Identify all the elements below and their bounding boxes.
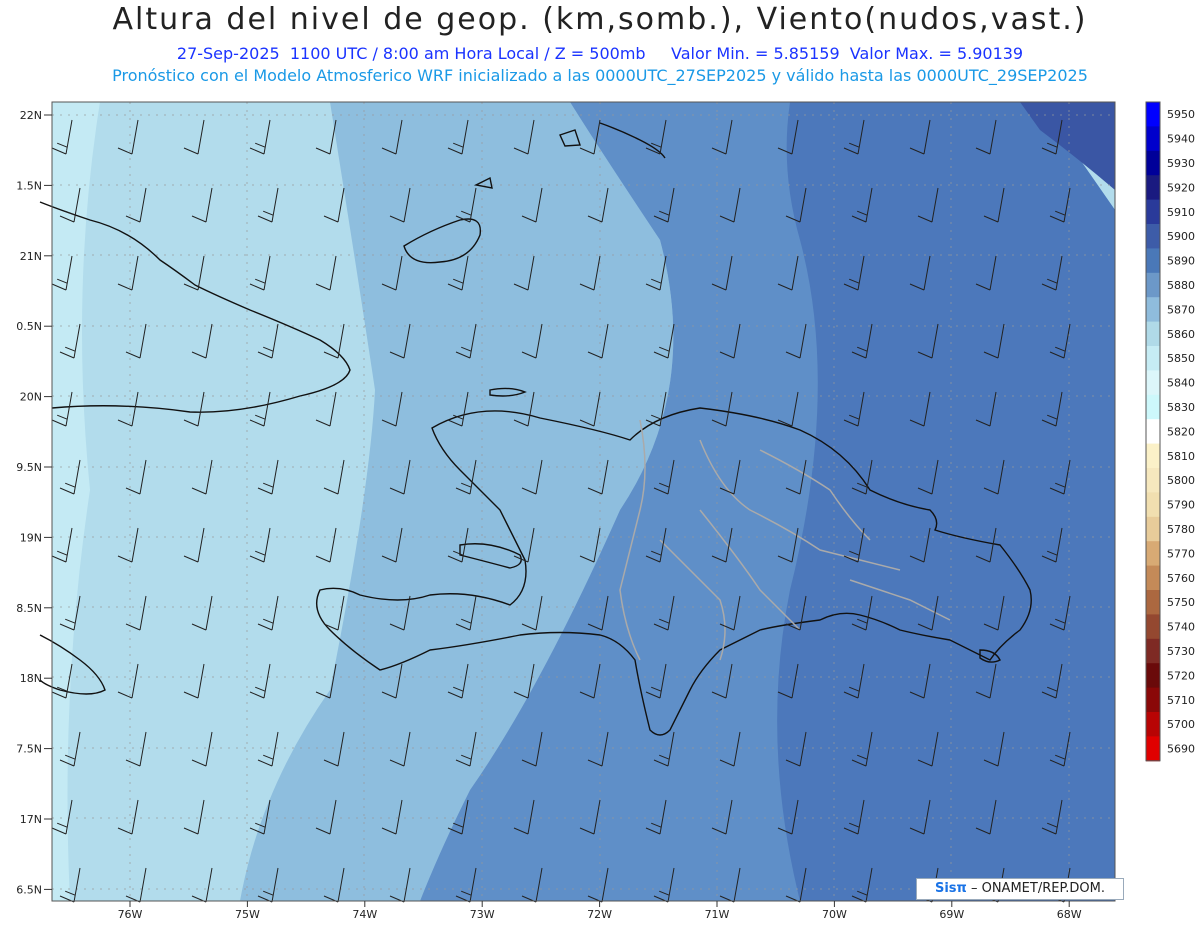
lon-label: 72W [587,908,612,921]
lon-label: 71W [705,908,730,921]
lat-label: 0.5N [16,320,42,333]
lat-label: 18N [20,672,42,685]
colorbar-label: 5760 [1167,572,1195,585]
colorbar-swatch [1146,443,1160,469]
colorbar-label: 5870 [1167,303,1195,316]
min-value: Valor Min. = 5.85159 [671,44,840,63]
colorbar-label: 5930 [1167,157,1195,170]
colorbar-swatch [1146,102,1160,127]
colorbar-swatch [1146,663,1160,689]
lat-label: 19N [20,531,42,544]
colorbar-label: 5860 [1167,328,1195,341]
colorbar-label: 5730 [1167,645,1195,658]
latitude-labels: 22N 1.5N 21N 0.5N 20N 9.5N 19N 8.5N 18N 7.5N 17N 6.… [16,109,52,896]
colorbar-label: 5740 [1167,621,1195,634]
colorbar-swatch [1146,590,1160,615]
map-title: Altura del nivel de geop. (km,somb.), Vi… [112,2,1088,37]
lat-label: 21N [20,250,42,263]
colorbar-label: 5950 [1167,108,1195,121]
lon-label: 75W [235,908,260,921]
sispi-logo: Sisπ [934,881,967,896]
colorbar-swatch [1146,175,1160,201]
colorbar-swatch [1146,468,1160,493]
colorbar-swatch [1146,712,1160,737]
colorbar-label: 5750 [1167,596,1195,609]
colorbar-swatch [1146,272,1160,298]
colorbar-swatch [1146,687,1160,713]
lat-label: 6.5N [16,883,42,896]
colorbar-label: 5840 [1167,377,1195,390]
colorbar-label: 5770 [1167,547,1195,560]
lon-label: 74W [352,908,377,921]
colorbar-label: 5700 [1167,718,1195,731]
lon-label: 76W [118,908,143,921]
lon-label: 70W [822,908,847,921]
colorbar-swatch [1146,248,1160,274]
colorbar-swatch [1146,150,1160,176]
credit-box: Sisπ – ONAMET/REP.DOM. [916,878,1124,900]
colorbar-swatch [1146,321,1160,347]
colorbar-label: 5900 [1167,230,1195,243]
colorbar-label: 5880 [1167,279,1195,292]
forecast-time-line: 27-Sep-2025 1100 UTC / 8:00 am Hora Loca… [0,44,1200,63]
colorbar-swatch [1146,614,1160,640]
colorbar-swatch [1146,516,1160,542]
colorbar-swatch [1146,224,1160,249]
lon-label: 69W [939,908,964,921]
colorbar-label: 5890 [1167,255,1195,268]
colorbar-label: 5800 [1167,474,1195,487]
geopotential-shading [52,102,1115,901]
lon-label: 68W [1057,908,1082,921]
forecast-time: 1100 UTC / 8:00 am Hora Local / Z = 500m… [289,44,646,63]
colorbar-label: 5810 [1167,450,1195,463]
colorbar-label: 5790 [1167,499,1195,512]
colorbar-label: 5830 [1167,401,1195,414]
colorbar-label: 5720 [1167,669,1195,682]
colorbar-swatch [1146,638,1160,664]
colorbar: 5950 5940 5930 5920 5910 5900 5890 5880 5870 5860… [1145,101,1195,762]
colorbar-swatch [1146,199,1160,225]
colorbar-swatch [1146,492,1160,518]
colorbar-label: 5780 [1167,523,1195,536]
colorbar-label: 5710 [1167,694,1195,707]
lon-label: 73W [470,908,495,921]
colorbar-swatch [1146,541,1160,567]
colorbar-label: 5820 [1167,425,1195,438]
colorbar-swatch [1146,419,1160,445]
colorbar-swatch [1146,394,1160,420]
colorbar-label: 5940 [1167,133,1195,146]
lat-label: 20N [20,391,42,404]
max-value: Valor Max. = 5.90139 [849,44,1024,63]
longitude-labels: 76W 75W 74W 73W 72W 71W 70W 69W 68W [118,901,1082,921]
lat-label: 9.5N [16,461,42,474]
colorbar-swatch [1146,370,1160,396]
colorbar-swatch [1146,297,1160,323]
lat-label: 1.5N [16,179,42,192]
credit-text: – ONAMET/REP.DOM. [970,881,1105,896]
colorbar-swatch [1146,736,1160,762]
geopotential-map: 22N 1.5N 21N 0.5N 20N 9.5N 19N 8.5N 18N 7.5N 17N 6.… [16,101,1195,921]
lat-label: 17N [20,813,42,826]
colorbar-swatch [1146,346,1160,371]
colorbar-label: 5910 [1167,206,1195,219]
colorbar-label: 5850 [1167,352,1195,365]
lat-label: 22N [20,109,42,122]
model-info-line: Pronóstico con el Modelo Atmosferico WRF… [112,66,1088,85]
lat-label: 7.5N [16,743,42,756]
forecast-date: 27-Sep-2025 [176,44,280,63]
colorbar-swatch [1146,126,1160,152]
colorbar-label: 5690 [1167,743,1195,756]
colorbar-label: 5920 [1167,181,1195,194]
colorbar-swatch [1146,565,1160,591]
lat-label: 8.5N [16,602,42,615]
